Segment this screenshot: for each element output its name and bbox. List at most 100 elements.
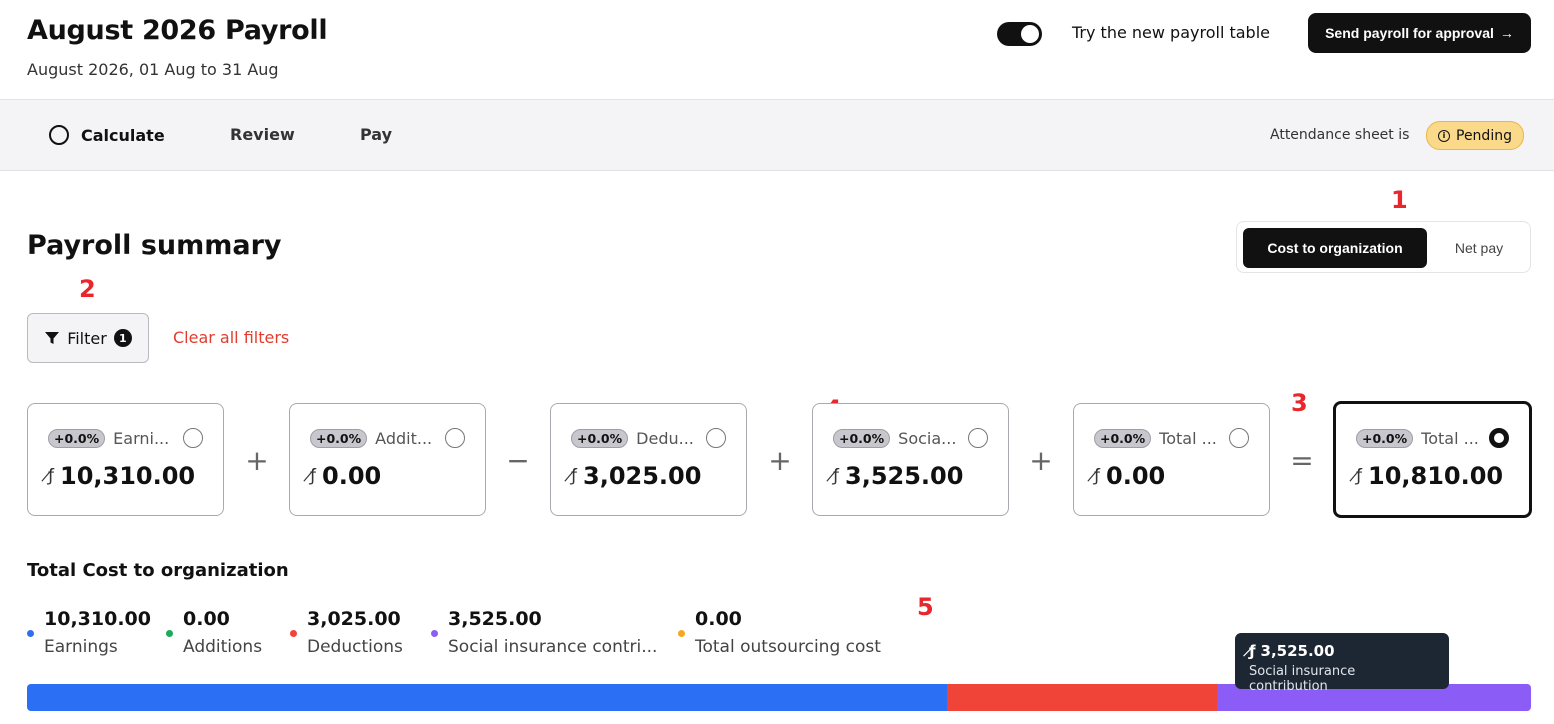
card-value: 0.00 <box>1106 462 1166 490</box>
currency-icon: ƒ̸ <box>833 466 839 486</box>
new-table-toggle[interactable] <box>997 22 1042 46</box>
info-icon: i <box>1438 129 1450 142</box>
tooltip-label: Social insurance contribution <box>1249 664 1356 694</box>
legend-label: Earnings <box>44 637 118 657</box>
currency-icon: ƒ̸ <box>1356 466 1362 486</box>
summary-title: Payroll summary <box>27 230 282 261</box>
annotation-1: 1 <box>1391 186 1408 214</box>
filter-icon <box>45 332 60 344</box>
card-value: 0.00 <box>322 462 382 490</box>
legend-dot <box>27 630 34 637</box>
card-label: Dedu... <box>636 428 694 448</box>
status-text: Pending <box>1456 127 1512 144</box>
card-radio[interactable] <box>968 428 988 448</box>
legend-value: 0.00 <box>183 608 230 630</box>
step-label: Pay <box>360 125 393 144</box>
minus-operator: − <box>506 444 530 477</box>
view-switch: Cost to organization Net pay <box>1236 221 1531 273</box>
step-calculate[interactable]: Calculate <box>49 125 165 145</box>
equals-operator: = <box>1290 444 1314 477</box>
page-title: August 2026 Payroll <box>27 15 328 46</box>
annotation-3: 3 <box>1291 389 1308 417</box>
legend-dot <box>166 630 173 637</box>
change-badge: +0.0% <box>571 428 629 448</box>
filter-label: Filter <box>67 328 107 348</box>
card-label: Earni... <box>113 428 170 448</box>
change-badge: +0.0% <box>833 428 891 448</box>
card-radio-selected[interactable] <box>1489 428 1509 448</box>
toggle-label: Try the new payroll table <box>1072 23 1270 42</box>
change-badge: +0.0% <box>1094 428 1152 448</box>
change-badge: +0.0% <box>48 428 106 448</box>
legend-label: Social insurance contri... <box>448 637 658 657</box>
card-value: 3,525.00 <box>845 462 964 490</box>
legend-label: Deductions <box>307 637 403 657</box>
card-label: Total ... <box>1159 428 1217 448</box>
legend-social-insurance: 3,525.00 Social insurance contri... <box>431 608 657 657</box>
currency-icon: ƒ̸ <box>1249 642 1256 660</box>
currency-icon: ƒ̸ <box>1094 466 1100 486</box>
card-value: 10,810.00 <box>1368 462 1504 490</box>
cost-to-organization-tab[interactable]: Cost to organization <box>1243 228 1427 268</box>
currency-icon: ƒ̸ <box>571 466 577 486</box>
legend-earnings: 10,310.00 Earnings <box>27 608 151 657</box>
filter-count-badge: 1 <box>113 329 132 347</box>
annotation-5: 5 <box>917 593 934 621</box>
step-circle-icon <box>49 125 69 145</box>
change-badge: +0.0% <box>1356 428 1414 448</box>
total-outsourcing-card[interactable]: +0.0% Total ... ƒ̸ 0.00 <box>1073 403 1270 516</box>
change-badge: +0.0% <box>310 428 368 448</box>
page-subtitle: August 2026, 01 Aug to 31 Aug <box>27 60 279 79</box>
step-label: Calculate <box>81 125 165 145</box>
card-value: 10,310.00 <box>60 462 196 490</box>
plus-operator: + <box>768 444 792 477</box>
steps-bar: Calculate Review Pay Attendance sheet is… <box>0 99 1554 171</box>
step-pay[interactable]: Pay <box>360 125 392 144</box>
card-radio[interactable] <box>183 428 203 448</box>
step-review[interactable]: Review <box>230 125 295 144</box>
card-radio[interactable] <box>706 428 726 448</box>
legend-label: Total outsourcing cost <box>695 637 881 657</box>
currency-icon: ƒ̸ <box>310 466 316 486</box>
deductions-card[interactable]: +0.0% Dedu... ƒ̸ 3,025.00 <box>550 403 747 516</box>
legend-label: Additions <box>183 637 263 657</box>
bar-tooltip: ƒ̸ 3,525.00 Social insurance contribution <box>1235 633 1449 694</box>
legend-value: 3,525.00 <box>448 608 542 630</box>
total-cost-card[interactable]: +0.0% Total ... ƒ̸ 10,810.00 <box>1333 401 1532 518</box>
legend-dot <box>431 630 438 637</box>
card-radio[interactable] <box>445 428 465 448</box>
legend-outsourcing: 0.00 Total outsourcing cost <box>678 608 881 657</box>
card-radio[interactable] <box>1229 428 1249 448</box>
tooltip-value: 3,525.00 <box>1260 642 1335 660</box>
send-for-approval-button[interactable]: Send payroll for approval → <box>1308 13 1531 53</box>
annotation-2: 2 <box>79 275 96 303</box>
legend-value: 0.00 <box>695 608 742 630</box>
legend-dot <box>290 630 297 637</box>
status-badge[interactable]: i Pending <box>1426 121 1524 150</box>
legend-deductions: 3,025.00 Deductions <box>290 608 403 657</box>
additions-card[interactable]: +0.0% Addit... ƒ̸ 0.00 <box>289 403 486 516</box>
card-label: Addit... <box>375 428 433 448</box>
plus-operator: + <box>1029 444 1053 477</box>
legend-dot <box>678 630 685 637</box>
social-insurance-card[interactable]: +0.0% Socia... ƒ̸ 3,525.00 <box>812 403 1009 516</box>
legend-value: 10,310.00 <box>44 608 151 630</box>
net-pay-tab[interactable]: Net pay <box>1433 228 1525 268</box>
earnings-card[interactable]: +0.0% Earni... ƒ̸ 10,310.00 <box>27 403 224 516</box>
attendance-label: Attendance sheet is <box>1270 127 1410 143</box>
total-cost-title: Total Cost to organization <box>27 560 289 581</box>
bar-segment-2[interactable] <box>946 684 1217 711</box>
plus-operator: + <box>245 444 269 477</box>
clear-filters-link[interactable]: Clear all filters <box>173 328 289 347</box>
filter-button[interactable]: Filter 1 <box>27 313 149 363</box>
step-label: Review <box>230 125 295 144</box>
approve-label: Send payroll for approval <box>1325 25 1494 41</box>
card-value: 3,025.00 <box>583 462 702 490</box>
card-label: Socia... <box>898 428 957 448</box>
card-label: Total ... <box>1421 428 1479 448</box>
legend-additions: 0.00 Additions <box>166 608 262 657</box>
currency-icon: ƒ̸ <box>48 466 54 486</box>
toggle-knob <box>1021 25 1039 43</box>
bar-segment-0[interactable] <box>27 684 947 711</box>
arrow-right-icon: → <box>1499 25 1514 41</box>
